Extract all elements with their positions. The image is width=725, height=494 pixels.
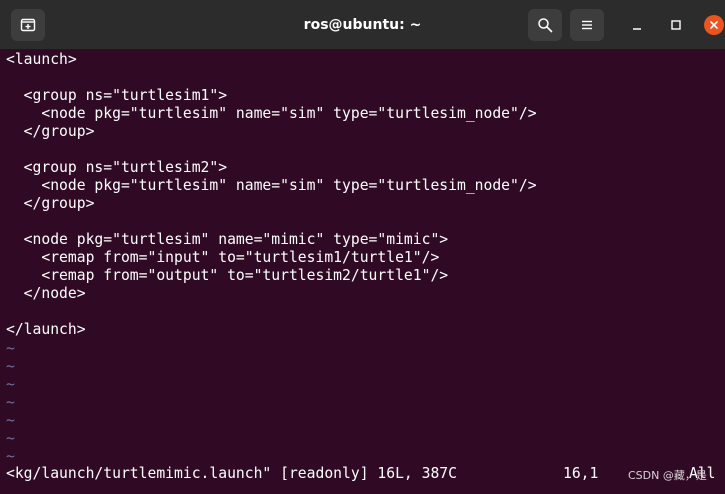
menu-button[interactable] [570, 9, 604, 41]
terminal-line: <remap from="input" to="turtlesim1/turtl… [6, 249, 440, 266]
terminal-line: </group> [6, 195, 95, 212]
maximize-button[interactable] [666, 15, 686, 35]
terminal-content[interactable]: <launch> <group ns="turtlesim1"> <node p… [0, 50, 725, 494]
search-icon [538, 18, 553, 33]
terminal-line: </node> [6, 285, 86, 302]
terminal-line: <node pkg="turtlesim" name="mimic" type=… [6, 231, 449, 248]
maximize-icon [671, 20, 681, 30]
terminal-line: <group ns="turtlesim2"> [6, 159, 228, 176]
terminal-line: <group ns="turtlesim1"> [6, 87, 228, 104]
new-tab-icon [20, 18, 36, 32]
empty-line-marker: ~ [6, 340, 15, 357]
terminal-line: <launch> [6, 51, 77, 68]
empty-line-marker: ~ [6, 412, 15, 429]
status-cursor-position: 16,1 [563, 465, 599, 482]
status-file-info: <kg/launch/turtlemimic.launch" [readonly… [6, 465, 457, 482]
empty-line-marker: ~ [6, 430, 15, 447]
hamburger-menu-icon [582, 20, 592, 30]
empty-line-marker: ~ [6, 394, 15, 411]
terminal-line: </group> [6, 123, 95, 140]
terminal-line: <node pkg="turtlesim" name="sim" type="t… [6, 177, 537, 194]
title-bar: ros@ubuntu: ~ [0, 0, 725, 50]
close-icon [710, 21, 718, 29]
watermark-text: CSDN @藏，是 [628, 469, 707, 482]
new-tab-button[interactable] [11, 9, 45, 41]
empty-line-marker: ~ [6, 448, 15, 465]
close-button[interactable] [704, 15, 724, 35]
minimize-button[interactable] [627, 15, 647, 35]
terminal-window: ros@ubuntu: ~ <launch> <group ns="turtle… [0, 0, 725, 494]
window-title: ros@ubuntu: ~ [303, 17, 422, 33]
minimize-icon [633, 28, 641, 30]
terminal-line: <node pkg="turtlesim" name="sim" type="t… [6, 105, 537, 122]
terminal-line: <remap from="output" to="turtlesim2/turt… [6, 267, 449, 284]
terminal-line: </launch> [6, 321, 86, 338]
empty-line-marker: ~ [6, 376, 15, 393]
empty-line-marker: ~ [6, 358, 15, 375]
search-button[interactable] [528, 9, 562, 41]
